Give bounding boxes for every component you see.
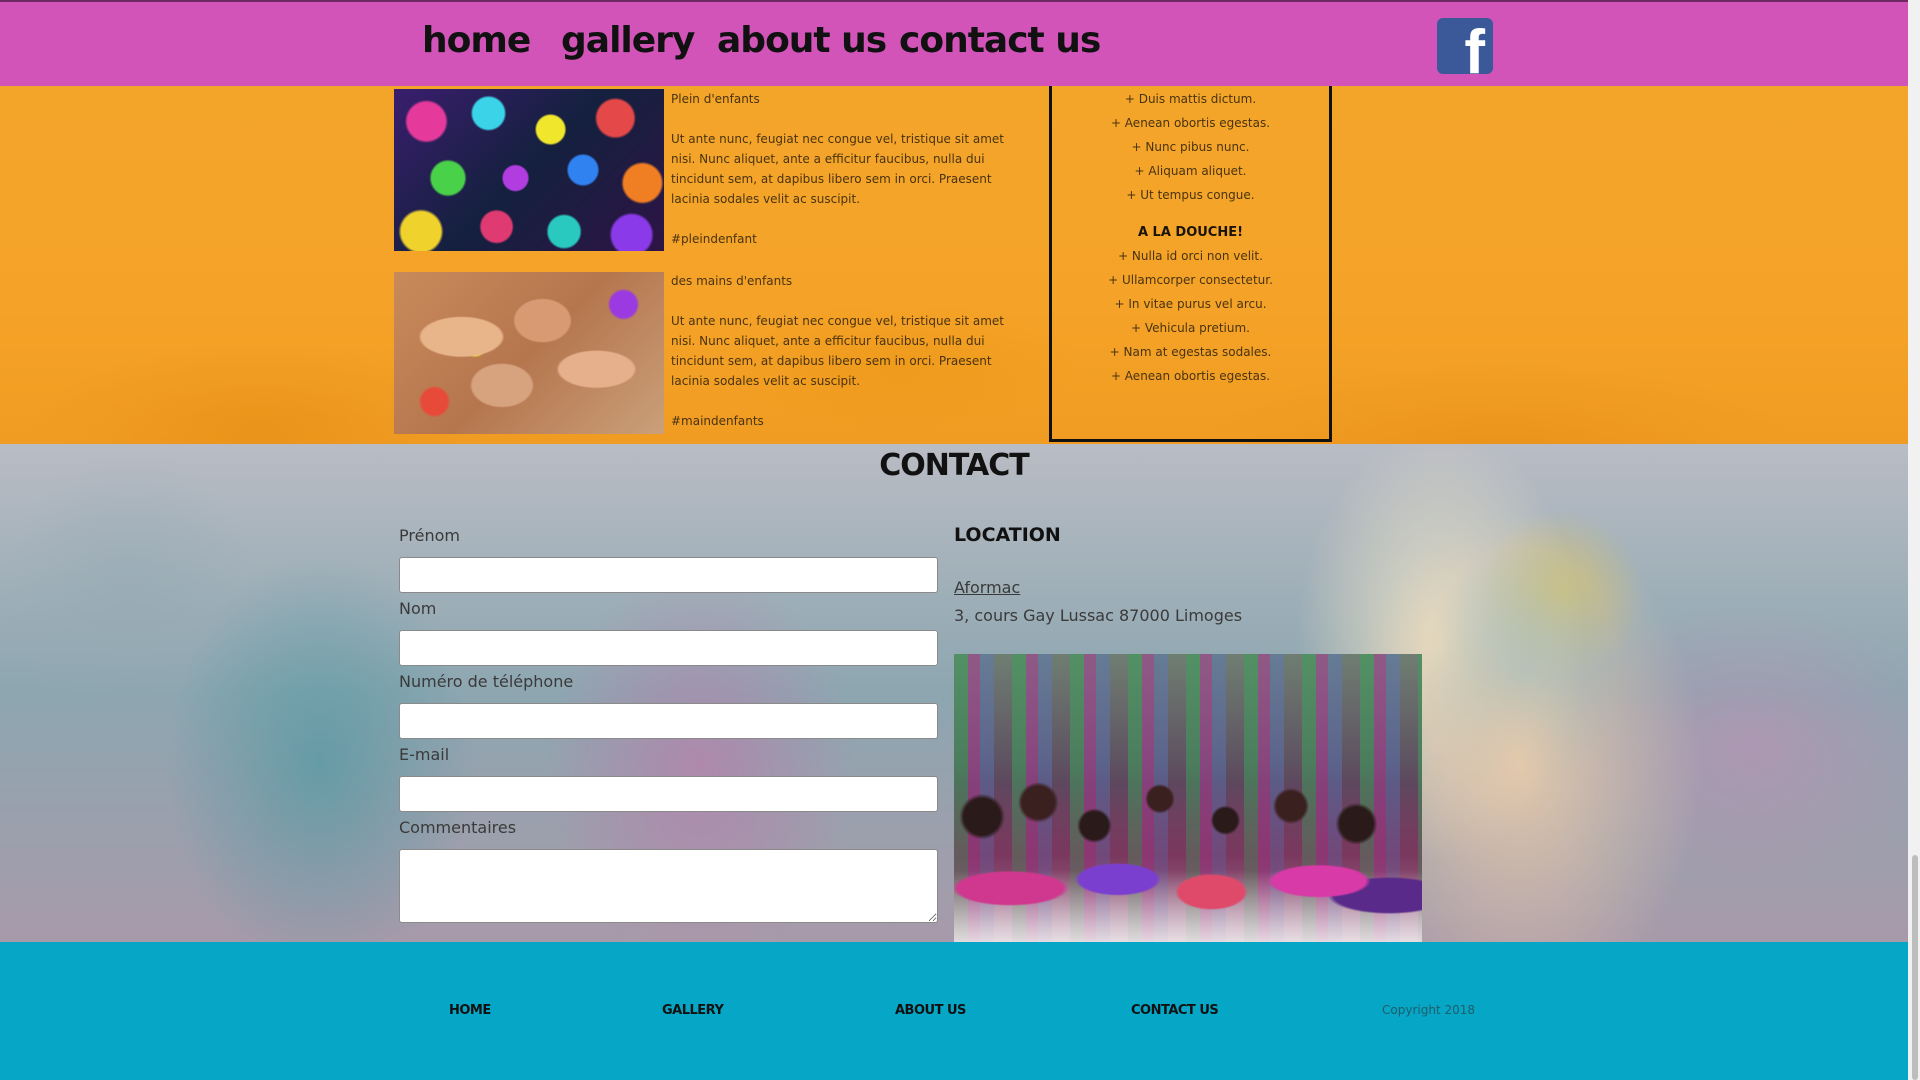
- email-label: E-mail: [399, 745, 450, 764]
- sidebar-list-item: + Duis mattis dictum.: [1124, 92, 1257, 106]
- page: home gallery about us contact us f Plein…: [0, 0, 1908, 1080]
- location-address: 3, cours Gay Lussac 87000 Limoges: [954, 606, 1243, 625]
- facebook-icon[interactable]: f: [1437, 18, 1493, 74]
- location-image: [954, 654, 1422, 942]
- blog-post: des mains d'enfants Ut ante nunc, feugia…: [671, 271, 1026, 431]
- blog-post-tag: #pleindenfant: [671, 232, 757, 246]
- blog-post-title: des mains d'enfants: [671, 274, 793, 288]
- blog-post: Plein d'enfants Ut ante nunc, feugiat ne…: [671, 89, 1026, 249]
- blog-post-tag: #maindenfants: [671, 414, 764, 428]
- sidebar-box: + Duis mattis dictum. + Aenean obortis e…: [1049, 86, 1332, 442]
- blog-post-body: Ut ante nunc, feugiat nec congue vel, tr…: [671, 314, 1004, 388]
- footer-link-about-us[interactable]: ABOUT US: [895, 1003, 966, 1018]
- sidebar-list-item: + Vehicula pretium.: [1131, 321, 1250, 335]
- location-title: LOCATION: [954, 524, 1061, 546]
- sidebar-list-item: + Aenean obortis egestas.: [1110, 116, 1271, 130]
- email-field[interactable]: [399, 776, 938, 812]
- copyright-text: Copyright 2018: [1382, 1003, 1475, 1017]
- location-link[interactable]: Aformac: [954, 578, 1020, 597]
- comments-field[interactable]: [399, 849, 938, 923]
- contact-title: CONTACT: [879, 448, 1029, 483]
- sidebar-list-item: + Aliquam aliquet.: [1134, 164, 1247, 178]
- sidebar-list-item: + Nunc pibus nunc.: [1131, 140, 1250, 154]
- sidebar-list-item: + Ullamcorper consectetur.: [1108, 273, 1273, 287]
- blog-post-body: Ut ante nunc, feugiat nec congue vel, tr…: [671, 132, 1004, 206]
- nom-field[interactable]: [399, 630, 938, 666]
- blog-section: Plein d'enfants Ut ante nunc, feugiat ne…: [0, 86, 1908, 444]
- blog-post-title: Plein d'enfants: [671, 92, 760, 106]
- blog-image-hands: [394, 272, 664, 434]
- sidebar-heading: A LA DOUCHE!: [1137, 225, 1244, 240]
- sidebar-list-item: + In vitae purus vel arcu.: [1114, 297, 1267, 311]
- scrollbar-thumb[interactable]: [1912, 855, 1918, 1080]
- nom-label: Nom: [399, 599, 437, 618]
- nav-link-home[interactable]: home: [422, 20, 531, 61]
- nav-link-contact-us[interactable]: contact us: [899, 20, 1101, 61]
- nav-link-about-us[interactable]: about us: [717, 20, 887, 61]
- sidebar-list-item: + Ut tempus congue.: [1126, 188, 1255, 202]
- top-nav: home gallery about us contact us f: [0, 0, 1908, 86]
- comments-label: Commentaires: [399, 818, 517, 837]
- blog-image-children: [394, 89, 664, 251]
- footer-link-home[interactable]: HOME: [449, 1003, 491, 1018]
- prenom-field[interactable]: [399, 557, 938, 593]
- nav-link-gallery[interactable]: gallery: [561, 20, 695, 61]
- footer: HOME GALLERY ABOUT US CONTACT US Copyrig…: [0, 942, 1908, 1080]
- sidebar-list-item: + Nam at egestas sodales.: [1109, 345, 1272, 359]
- footer-link-contact-us[interactable]: CONTACT US: [1131, 1003, 1219, 1018]
- prenom-label: Prénom: [399, 526, 460, 545]
- phone-label: Numéro de téléphone: [399, 672, 574, 691]
- sidebar-list-item: + Aenean obortis egestas.: [1110, 369, 1271, 383]
- contact-section: CONTACT Prénom Nom Numéro de téléphone E…: [0, 444, 1908, 942]
- scrollbar-track[interactable]: [1908, 0, 1920, 1080]
- footer-link-gallery[interactable]: GALLERY: [662, 1003, 724, 1018]
- sidebar-list-item: + Nulla id orci non velit.: [1118, 249, 1263, 263]
- phone-field[interactable]: [399, 703, 938, 739]
